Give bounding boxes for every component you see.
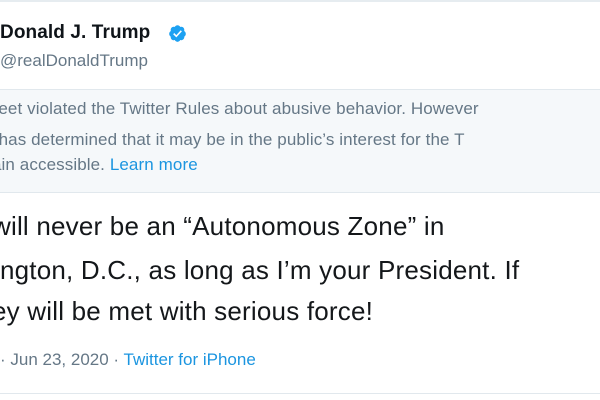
card-top-border xyxy=(0,0,600,2)
tweet-text-line-1: will never be an “Autonomous Zone” in xyxy=(0,211,445,241)
card-bottom-divider xyxy=(0,393,600,394)
tweet-metadata: · Jun 23, 2020 · Twitter for iPhone xyxy=(0,350,256,370)
notice-line-1: weet violated the Twitter Rules about ab… xyxy=(0,99,479,118)
notice-line-2: r has determined that it may be in the p… xyxy=(0,130,465,149)
tweet-source-link[interactable]: Twitter for iPhone xyxy=(124,350,256,369)
tweet-text-line-3: ey will be met with serious force! xyxy=(0,296,374,326)
verified-badge-icon xyxy=(168,24,187,43)
author-handle[interactable]: @realDonaldTrump xyxy=(0,51,148,71)
tweet-timestamp[interactable]: · Jun 23, 2020 · xyxy=(0,350,124,369)
notice-line-3: ain accessible. Learn more xyxy=(0,155,198,175)
tweet-text-line-2: ington, D.C., as long as I’m your Presid… xyxy=(0,255,520,285)
author-display-name[interactable]: Donald J. Trump xyxy=(0,22,150,44)
notice-line-3-text: ain accessible. xyxy=(0,155,110,174)
tweet-card: Donald J. Trump @realDonaldTrump weet vi… xyxy=(0,0,600,400)
rules-violation-notice: weet violated the Twitter Rules about ab… xyxy=(0,89,600,193)
learn-more-link[interactable]: Learn more xyxy=(110,155,198,174)
